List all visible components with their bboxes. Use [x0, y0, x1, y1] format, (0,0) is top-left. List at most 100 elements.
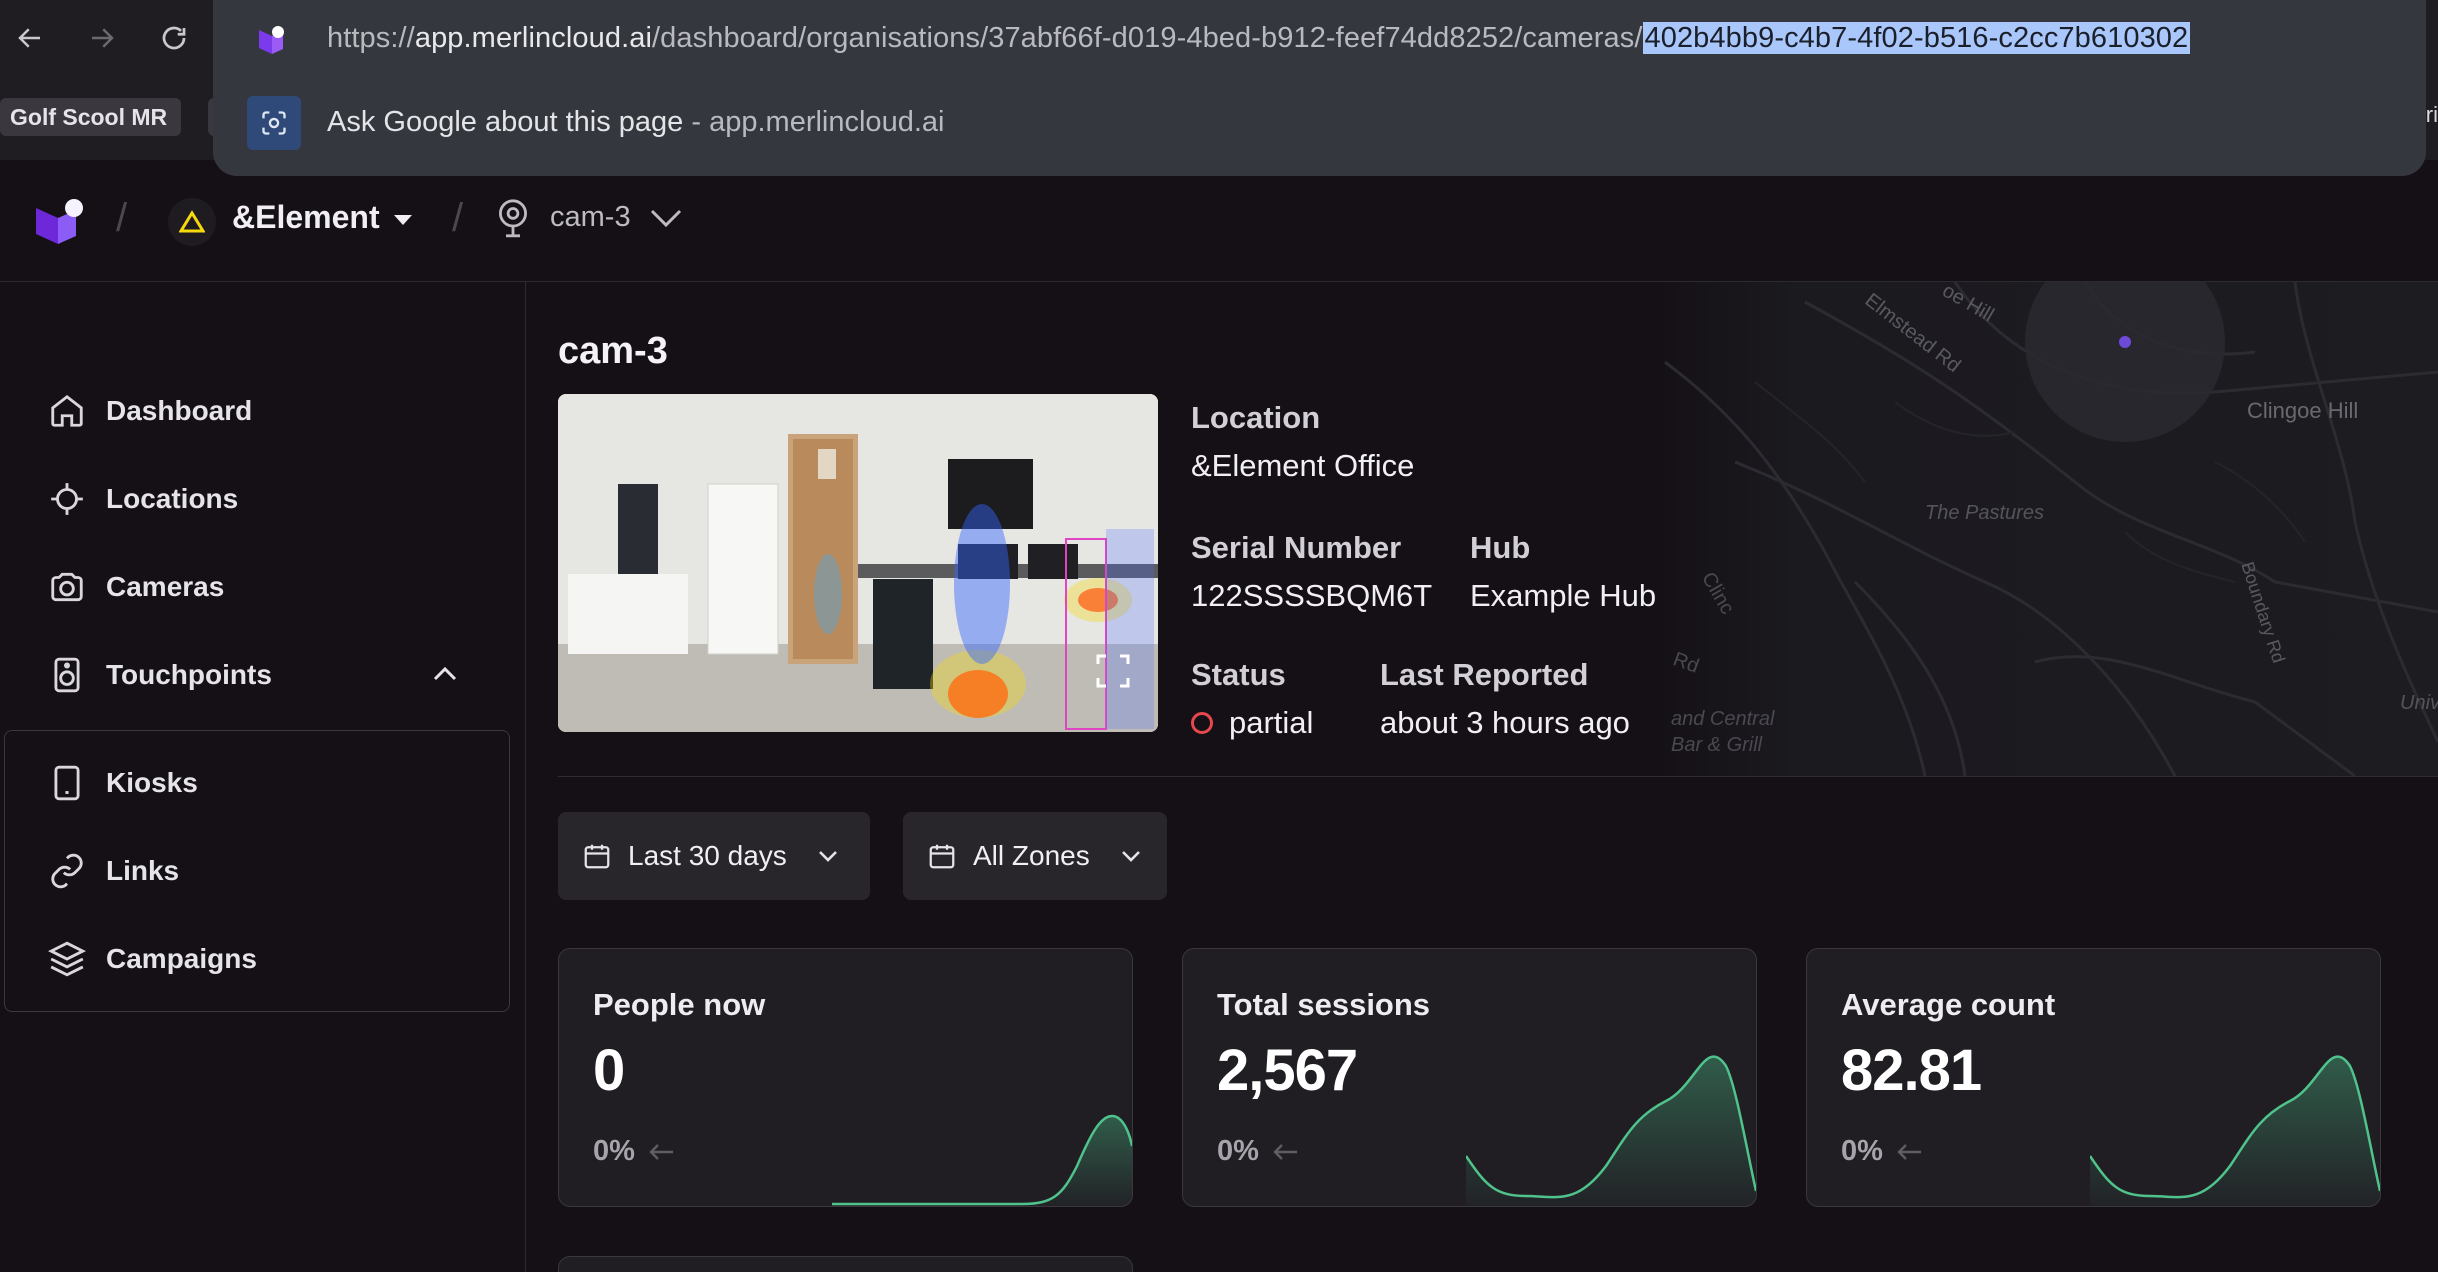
sidebar-item-locations[interactable]: Locations	[48, 480, 238, 518]
map-label: The Pastures	[1925, 502, 2044, 524]
arrow-right-icon	[92, 28, 114, 48]
stat-value: 0	[593, 1038, 625, 1103]
section-divider	[558, 776, 2438, 777]
stat-delta-value: 0%	[593, 1135, 635, 1167]
stat-card-partial	[558, 1256, 1133, 1272]
sidebar-item-label: Links	[106, 855, 180, 886]
layers-icon	[48, 941, 86, 977]
last-reported-label: Last Reported	[1380, 657, 1589, 692]
chevron-down-icon	[1121, 851, 1140, 862]
reload-button[interactable]	[154, 18, 194, 58]
google-lens-icon	[247, 96, 301, 150]
zones-filter[interactable]: All Zones	[903, 812, 1167, 900]
camera-feed-image	[558, 394, 1158, 732]
arrow-left-icon	[18, 28, 40, 48]
sidebar-item-campaigns[interactable]: Campaigns	[48, 940, 257, 978]
sidebar-item-label: Touchpoints	[106, 659, 272, 690]
home-icon	[51, 394, 83, 427]
sidebar-item-label: Kiosks	[106, 767, 198, 798]
stat-card-total-sessions[interactable]: Total sessions 2,567 0%	[1182, 948, 1757, 1207]
map-roads	[1664, 282, 2438, 776]
stat-delta-value: 0%	[1841, 1135, 1883, 1167]
location-label: Location	[1191, 400, 1321, 435]
calendar-icon	[929, 844, 955, 869]
url-scheme: https://	[327, 22, 415, 54]
map-label: Clingoe Hill	[2247, 398, 2359, 423]
status-value: partial	[1229, 705, 1314, 740]
sidebar-item-touchpoints[interactable]: Touchpoints	[48, 656, 272, 694]
calendar-icon	[584, 844, 610, 869]
link-icon	[51, 853, 83, 889]
sidebar-item-label: Dashboard	[106, 395, 253, 426]
bookmark-golf-school[interactable]: Golf Scool MR	[0, 98, 182, 136]
serial-number-label: Serial Number	[1191, 530, 1402, 565]
map-location-pin	[2119, 336, 2131, 348]
triangle-logo-icon	[179, 210, 205, 233]
sidebar-item-cameras[interactable]: Cameras	[48, 568, 224, 606]
merlin-logo-icon[interactable]	[32, 196, 88, 246]
arrow-left-icon	[1273, 1143, 1297, 1160]
caret-down-icon[interactable]	[392, 213, 414, 227]
forward-button[interactable]	[82, 18, 122, 58]
sidebar-item-label: Locations	[106, 483, 239, 514]
org-switcher[interactable]: &Element	[232, 199, 380, 236]
camera-feed-thumbnail[interactable]	[558, 394, 1158, 732]
ask-google-suggestion[interactable]: Ask Google about this page - app.merlinc…	[327, 106, 944, 139]
ask-google-host: app.merlincloud.ai	[709, 106, 945, 138]
crosshair-icon	[51, 483, 83, 515]
sidebar-item-dashboard[interactable]: Dashboard	[48, 392, 252, 430]
hub-value: Example Hub	[1470, 578, 1657, 613]
back-button[interactable]	[10, 18, 50, 58]
url-path: /dashboard/organisations/37abf66f-d019-4…	[652, 22, 1643, 54]
address-bar[interactable]: https://app.merlincloud.ai/dashboard/org…	[327, 22, 2191, 55]
stat-delta: 0%	[593, 1135, 675, 1168]
stat-title: Average count	[1841, 987, 2056, 1022]
stat-delta: 0%	[1841, 1135, 1923, 1168]
sparkline-chart	[1466, 1055, 1756, 1206]
stat-card-people-now[interactable]: People now 0 0%	[558, 948, 1133, 1207]
hub-label: Hub	[1470, 530, 1531, 565]
chevron-down-icon[interactable]	[648, 206, 684, 230]
stat-card-average-count[interactable]: Average count 82.81 0%	[1806, 948, 2381, 1207]
camera-icon	[51, 572, 83, 602]
date-range-filter[interactable]: Last 30 days	[558, 812, 870, 900]
omnibox-dropdown: https://app.merlincloud.ai/dashboard/org…	[213, 0, 2426, 176]
sparkline-chart	[832, 1114, 1132, 1206]
sidebar: Dashboard Locations Cameras Touchpoints …	[0, 282, 526, 1272]
ask-google-label: Ask Google about this page	[327, 106, 684, 138]
url-host: app.merlincloud.ai	[414, 22, 652, 54]
arrow-left-icon	[1897, 1143, 1921, 1160]
map-label: Bar & Grill	[1671, 734, 1763, 756]
zones-label: All Zones	[973, 840, 1090, 871]
sparkline-chart	[2090, 1055, 2380, 1206]
date-range-label: Last 30 days	[628, 840, 787, 871]
stat-value: 82.81	[1841, 1038, 1982, 1103]
sidebar-item-links[interactable]: Links	[48, 852, 179, 890]
status-indicator	[1191, 712, 1213, 734]
breadcrumb-separator: /	[452, 196, 464, 240]
page-title: cam-3	[558, 330, 668, 372]
sidebar-item-label: Campaigns	[106, 943, 257, 974]
bookmark-edge-text: ri	[2425, 102, 2438, 127]
last-reported-value: about 3 hours ago	[1380, 705, 1630, 740]
url-selected-text: 402b4bb9-c4b7-4f02-b516-c2cc7b610302	[1642, 22, 2191, 54]
org-avatar	[168, 198, 216, 246]
map-radius-circle	[2025, 282, 2225, 442]
chevron-down-icon	[818, 851, 837, 862]
stat-delta-value: 0%	[1217, 1135, 1259, 1167]
map-label: Univ	[2400, 692, 2438, 714]
ask-google-sep: -	[683, 106, 710, 138]
stat-value: 2,567	[1217, 1038, 1358, 1103]
chevron-up-icon[interactable]	[432, 666, 458, 682]
serial-number-value: 122SSSSBQM6T	[1191, 578, 1433, 613]
breadcrumb-separator: /	[116, 196, 128, 240]
location-value: &Element Office	[1191, 448, 1415, 483]
arrow-left-icon	[649, 1143, 673, 1160]
stat-delta: 0%	[1217, 1135, 1299, 1168]
merlin-favicon-icon	[259, 26, 284, 54]
reload-icon	[162, 26, 186, 50]
map-label: and Central	[1671, 708, 1775, 730]
camera-switcher[interactable]: cam-3	[550, 201, 631, 234]
location-map[interactable]: Elmstead Rd oe Hill Clingoe Hill The Pas…	[1655, 282, 2438, 776]
sidebar-item-kiosks[interactable]: Kiosks	[48, 764, 198, 802]
